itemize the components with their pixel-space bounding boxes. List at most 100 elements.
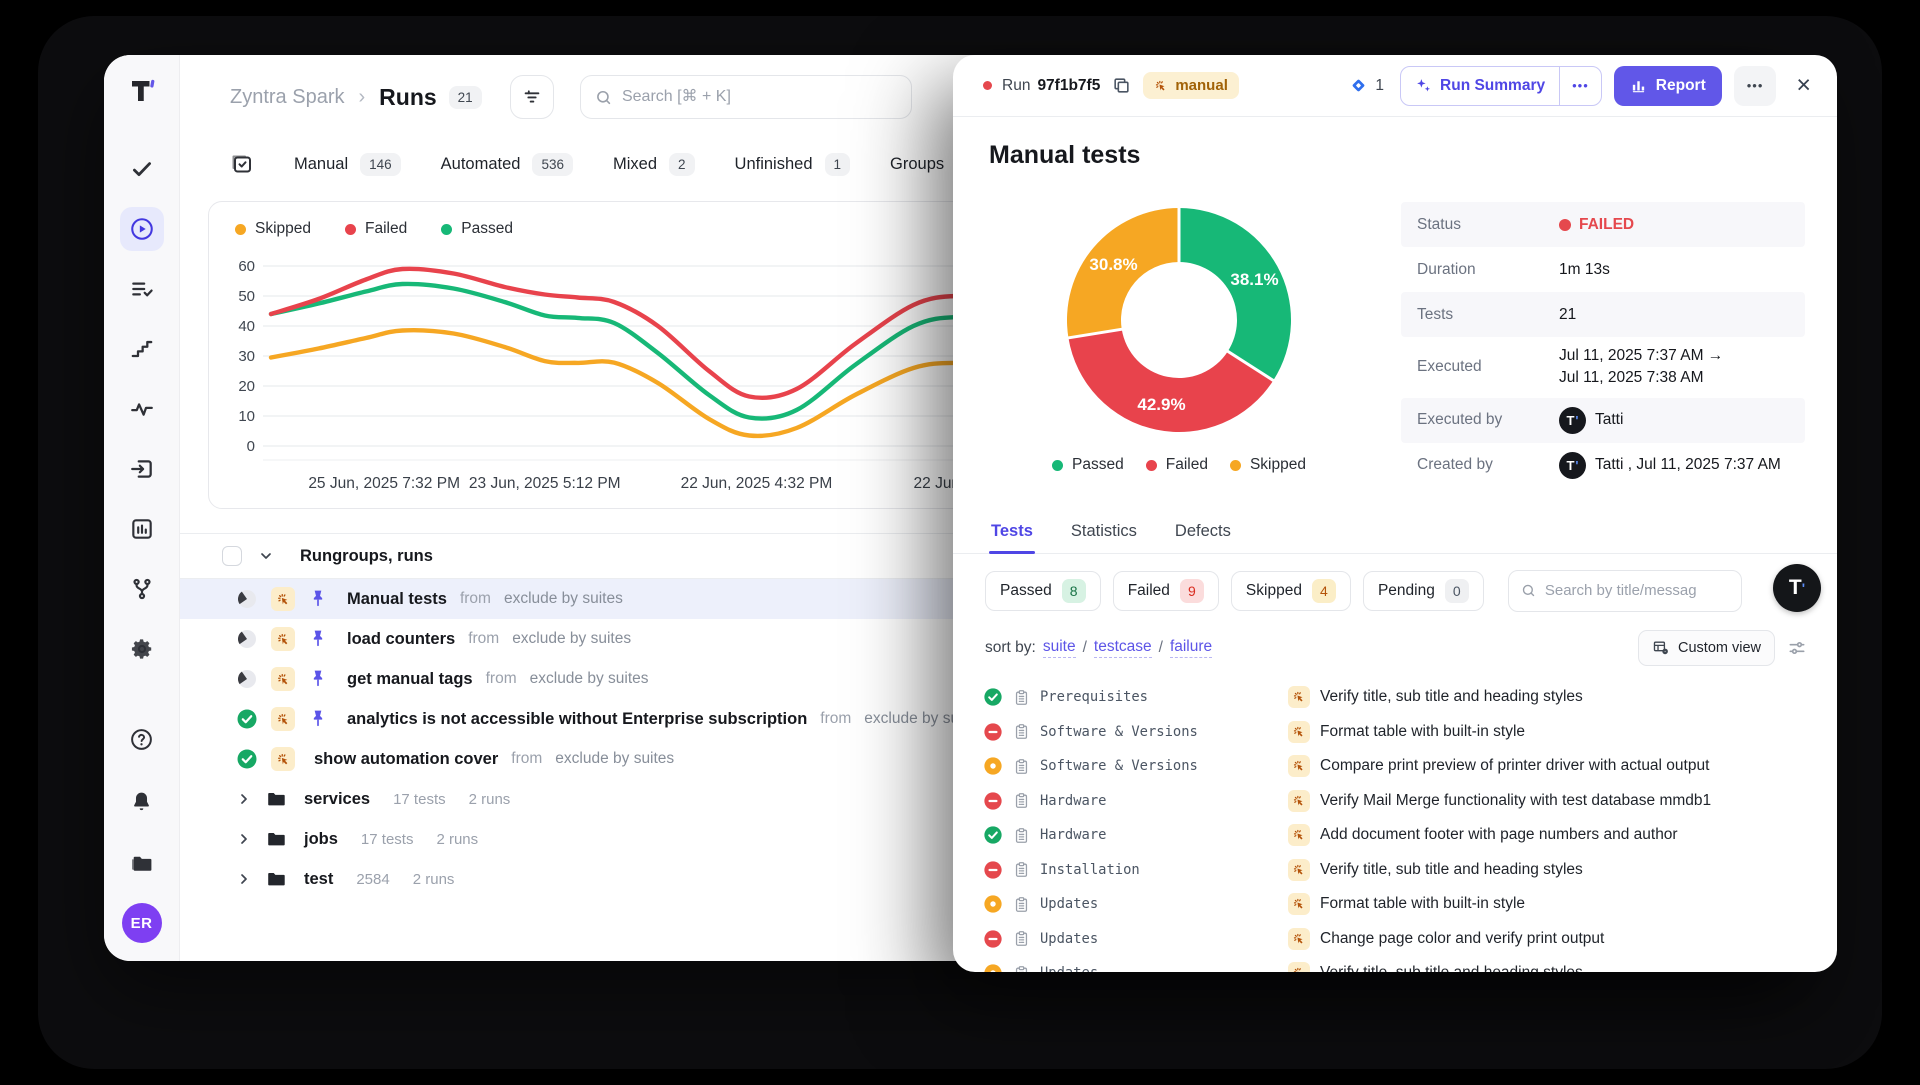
tab-automated[interactable]: Automated536 [441, 153, 573, 176]
sidebar-item-runs[interactable] [120, 207, 164, 251]
test-row[interactable]: Prerequisites Verify title, sub title an… [953, 680, 1837, 715]
test-row[interactable]: Updates Format table with built-in style [953, 887, 1837, 922]
user-avatar[interactable]: ER [122, 903, 162, 943]
sidebar-item-pulse[interactable] [120, 387, 164, 431]
creator-avatar[interactable]: T' [1559, 452, 1586, 479]
filter-failed[interactable]: Failed9 [1113, 571, 1219, 611]
sidebar-item-branches[interactable] [120, 567, 164, 611]
sliders-icon[interactable] [1787, 638, 1807, 658]
close-icon[interactable]: × [1796, 73, 1811, 98]
test-row[interactable]: Installation Verify title, sub title and… [953, 852, 1837, 887]
test-row[interactable]: Updates Change page color and verify pri… [953, 921, 1837, 956]
manual-test-icon [1288, 893, 1310, 915]
help-button[interactable] [120, 717, 164, 761]
group-tests-count: 2584 [356, 871, 389, 888]
sort-by-suite[interactable]: suite [1043, 638, 1076, 658]
test-case-cell: Format table with built-in style [1288, 893, 1525, 915]
box-arrow-in-icon [129, 456, 155, 482]
legend-failed[interactable]: Failed [345, 220, 407, 238]
manual-test-icon [1288, 755, 1310, 777]
test-row[interactable]: Software & Versions Compare print previe… [953, 749, 1837, 784]
test-row[interactable]: Updates Verify title, sub title and head… [953, 956, 1837, 972]
filter-passed[interactable]: Passed8 [985, 571, 1101, 611]
legend-skipped[interactable]: Skipped [235, 220, 311, 238]
clipboard-icon [1013, 896, 1030, 913]
run-source[interactable]: exclude by suites [530, 670, 649, 688]
panel-more-button[interactable]: ••• [1734, 66, 1777, 106]
notifications-button[interactable] [120, 779, 164, 823]
legend-passed[interactable]: Passed [441, 220, 513, 238]
filter-skipped[interactable]: Skipped4 [1231, 571, 1351, 611]
search-input[interactable] [622, 88, 897, 106]
run-summary-split-button: Run Summary ••• [1400, 66, 1602, 106]
tab-mixed[interactable]: Mixed2 [613, 153, 695, 176]
run-title: Manual tests [347, 590, 447, 609]
test-title: Change page color and verify print outpu… [1320, 930, 1604, 948]
folder-icon [265, 788, 287, 810]
group-tests-count: 17 tests [393, 791, 446, 808]
tab-defects[interactable]: Defects [1173, 514, 1233, 553]
projects-button[interactable] [120, 841, 164, 885]
chevron-right-icon[interactable] [236, 831, 252, 847]
test-suite-cell: Updates [983, 929, 1288, 949]
run-source[interactable]: exclude by suites [504, 590, 623, 608]
chevron-down-icon[interactable] [258, 548, 274, 564]
tab-statistics[interactable]: Statistics [1069, 514, 1139, 553]
app-logo[interactable] [122, 71, 162, 111]
tab-manual[interactable]: Manual146 [294, 153, 401, 176]
tab-tests[interactable]: Tests [989, 514, 1035, 553]
screen: ER Zyntra Spark › Runs 21 Manual146 [0, 0, 1920, 1085]
custom-view-button[interactable]: Custom view [1638, 630, 1775, 666]
report-button[interactable]: Report [1614, 66, 1722, 106]
run-summary-button[interactable]: Run Summary [1401, 67, 1559, 105]
test-case-cell: Compare print preview of printer driver … [1288, 755, 1709, 777]
filter-pending[interactable]: Pending0 [1363, 571, 1484, 611]
run-title-heading: Manual tests [989, 141, 1837, 170]
global-search [580, 75, 912, 119]
test-suite-cell: Updates [983, 963, 1288, 972]
run-title: get manual tags [347, 670, 473, 689]
runs-trend-line-chart: 605040302010025 Jun, 2025 7:32 PM23 Jun,… [209, 240, 1013, 502]
test-row[interactable]: Hardware Verify Mail Merge functionality… [953, 783, 1837, 818]
breadcrumb-project[interactable]: Zyntra Spark [230, 86, 344, 109]
select-all-checkbox[interactable] [222, 546, 242, 566]
test-row[interactable]: Software & Versions Format table with bu… [953, 714, 1837, 749]
sidebar-item-analytics[interactable] [120, 507, 164, 551]
chevron-right-icon[interactable] [236, 871, 252, 887]
run-from-label: from [468, 630, 499, 648]
run-source[interactable]: exclude by suites [555, 750, 674, 768]
sidebar-item-plans[interactable] [120, 267, 164, 311]
chevron-right-icon[interactable] [236, 791, 252, 807]
git-branch-icon [129, 576, 155, 602]
sort-by-failure[interactable]: failure [1170, 638, 1212, 658]
sidebar-item-settings[interactable] [120, 627, 164, 671]
skipped-dot [235, 224, 246, 235]
tab-unfinished[interactable]: Unfinished1 [735, 153, 850, 176]
passed-status-icon [983, 825, 1003, 845]
test-case-cell: Verify title, sub title and heading styl… [1288, 686, 1583, 708]
sidebar-item-import[interactable] [120, 447, 164, 491]
failed-status-icon [983, 722, 1003, 742]
legend-skipped: Skipped [1230, 456, 1306, 474]
executor-avatar[interactable]: T' [1559, 407, 1586, 434]
sidebar-item-tests[interactable] [120, 147, 164, 191]
sort-by-testcase[interactable]: testcase [1094, 638, 1152, 658]
rungroups-table-title: Rungroups, runs [300, 547, 433, 566]
donut-svg: 38.1%42.9%30.8% [1053, 194, 1305, 446]
copy-icon[interactable] [1112, 76, 1131, 95]
tab-mixed-count: 2 [669, 153, 695, 176]
test-case-cell: Change page color and verify print outpu… [1288, 928, 1604, 950]
tests-search-input[interactable] [1545, 582, 1729, 599]
svg-text:42.9%: 42.9% [1137, 395, 1185, 414]
manual-run-icon [271, 587, 295, 611]
run-source[interactable]: exclude by suites [512, 630, 631, 648]
filter-button[interactable] [510, 75, 554, 119]
run-from-label: from [486, 670, 517, 688]
test-row[interactable]: Hardware Add document footer with page n… [953, 818, 1837, 853]
run-summary-more-button[interactable]: ••• [1559, 67, 1601, 105]
manual-badge: manual [1143, 72, 1239, 99]
jira-link[interactable]: 1 [1349, 76, 1384, 95]
sidebar-item-steps[interactable] [120, 327, 164, 371]
svg-text:25 Jun, 2025 7:32 PM: 25 Jun, 2025 7:32 PM [308, 475, 460, 492]
brand-avatar[interactable]: T' [1773, 564, 1821, 612]
